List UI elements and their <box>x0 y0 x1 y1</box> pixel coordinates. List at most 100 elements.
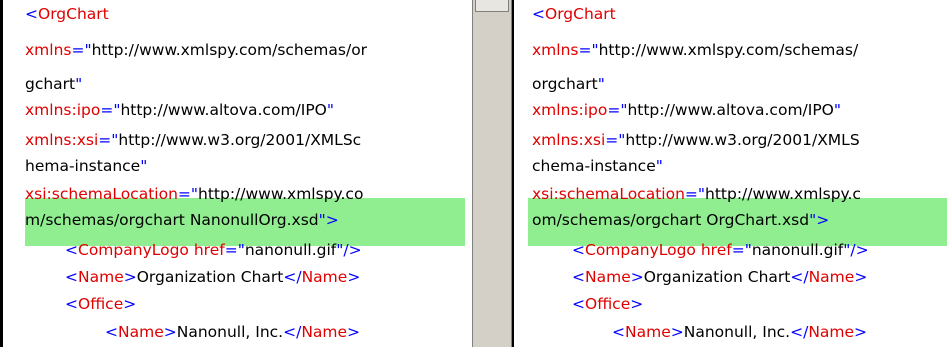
left-xml-token: xmlns:ipo <box>25 101 101 119</box>
right-xml-token: < <box>572 295 585 313</box>
right-xml-token: xmlns <box>532 41 579 59</box>
right-xml-token: xsi:schemaLocation <box>532 185 685 203</box>
right-xml-token: href <box>700 241 732 259</box>
left-xml-token: xmlns <box>25 41 72 59</box>
right-xml-token: nanonull.gif <box>751 241 844 259</box>
right-xml-token: </ <box>790 323 809 341</box>
right-xml-token: Nanonull, Inc. <box>683 323 791 341</box>
right-xml-token: Office <box>585 295 631 313</box>
left-xml-token: > <box>347 323 361 341</box>
right-xml-token: " <box>597 75 605 93</box>
left-xml-token: =" <box>100 101 121 119</box>
right-xml-token: OrgChart <box>545 5 616 23</box>
right-xml-token: > <box>630 268 644 286</box>
left-xml-token: Name <box>301 268 348 286</box>
left-xml-token: Nanonull, Inc. <box>176 323 284 341</box>
right-xml-line: xsi:schemaLocation="http://www.xmlspy.c <box>532 182 861 206</box>
left-xml-token: Name <box>118 323 164 341</box>
right-xml-line: xmlns:ipo="http://www.altova.com/IPO" <box>532 98 841 122</box>
left-xml-line: gchart" <box>25 72 82 96</box>
right-xml-token: Name <box>625 323 671 341</box>
left-xml-token: =" <box>98 131 119 149</box>
left-xml-line: <CompanyLogo href="nanonull.gif"/> <box>25 238 362 262</box>
right-xml-token: =" <box>578 41 599 59</box>
right-xml-token: " <box>833 101 842 119</box>
right-xml-token: xmlns:ipo <box>532 101 608 119</box>
left-xml-token: OrgChart <box>38 5 109 23</box>
left-xml-token: < <box>105 323 118 341</box>
right-xml-token: "> <box>809 211 830 229</box>
right-xml-token: =" <box>684 185 706 203</box>
left-xml-token: < <box>65 268 78 286</box>
right-xml-token: om/schemas/orgchart OrgChart.xsd <box>532 211 810 229</box>
right-xml-token: orgchart <box>532 75 598 93</box>
left-xml-token: > <box>163 323 177 341</box>
left-xml-token: xmlns:xsi <box>25 131 99 149</box>
left-xml-token: Name <box>78 268 124 286</box>
vertical-scrollbar[interactable] <box>472 0 512 347</box>
left-xml-line: <Name>Organization Chart</Name> <box>25 265 360 289</box>
right-xml-line: xmlns="http://www.xmlspy.com/schemas/ <box>532 38 858 62</box>
left-xml-token: http://www.w3.org/2001/XMLSc <box>118 131 362 149</box>
left-xml-line: xmlns="http://www.xmlspy.com/schemas/or <box>25 38 367 62</box>
left-xml-token: =" <box>224 241 245 259</box>
right-xml-token: http://www.xmlspy.c <box>705 185 861 203</box>
left-xml-line: m/schemas/orgchart NanonullOrg.xsd"> <box>25 208 339 232</box>
right-xml-token: Name <box>808 323 855 341</box>
left-xml-line: <OrgChart <box>25 2 109 26</box>
right-xml-token: " <box>655 157 663 175</box>
left-xml-token: "/> <box>336 241 362 259</box>
right-xml-token: Name <box>808 268 855 286</box>
left-xml-token: CompanyLogo <box>78 241 189 259</box>
right-xml-token: > <box>854 323 868 341</box>
left-xml-token: Name <box>301 323 348 341</box>
left-xml-token: gchart <box>25 75 76 93</box>
right-xml-pane[interactable]: <OrgChart xmlns="http://www.xmlspy.com/sc… <box>512 0 947 347</box>
right-xml-token: < <box>572 241 585 259</box>
right-xml-line: <OrgChart <box>532 2 616 26</box>
right-xml-token: < <box>572 268 585 286</box>
left-xml-line: xmlns:xsi="http://www.w3.org/2001/XMLSc <box>25 128 361 152</box>
left-xml-token: nanonull.gif <box>244 241 337 259</box>
left-xml-token: > <box>123 268 137 286</box>
left-xml-line: <Office> <box>25 292 136 316</box>
left-xml-token: </ <box>283 268 302 286</box>
left-xml-token: Organization Chart <box>136 268 284 286</box>
right-xml-token: http://www.altova.com/IPO <box>627 101 834 119</box>
right-xml-token: > <box>670 323 684 341</box>
left-xml-token: > <box>123 295 137 313</box>
right-xml-token: xmlns:xsi <box>532 131 606 149</box>
right-xml-line: chema-instance" <box>532 154 663 178</box>
left-xml-token: hema-instance <box>25 157 141 175</box>
right-xml-line: orgchart" <box>532 72 605 96</box>
right-xml-token: > <box>630 295 644 313</box>
left-xml-token: m/schemas/orgchart NanonullOrg.xsd <box>25 211 319 229</box>
left-xml-pane[interactable]: <OrgChart xmlns="http://www.xmlspy.com/sc… <box>0 0 472 347</box>
left-xml-token: < <box>65 241 78 259</box>
right-xml-token: < <box>532 5 545 23</box>
right-xml-token: > <box>854 268 868 286</box>
right-xml-token: http://www.xmlspy.com/schemas/ <box>598 41 859 59</box>
right-xml-line: <CompanyLogo href="nanonull.gif"/> <box>532 238 869 262</box>
left-xml-line: xmlns:ipo="http://www.altova.com/IPO" <box>25 98 334 122</box>
left-xml-token: "> <box>318 211 339 229</box>
left-xml-token: " <box>140 157 148 175</box>
right-xml-token: =" <box>605 131 626 149</box>
left-xml-token: http://www.altova.com/IPO <box>120 101 327 119</box>
left-xml-token: href <box>193 241 225 259</box>
right-xml-token: Name <box>585 268 631 286</box>
left-xml-token: < <box>25 5 38 23</box>
right-xml-token: =" <box>607 101 628 119</box>
right-xml-token: =" <box>731 241 752 259</box>
left-xml-line: xsi:schemaLocation="http://www.xmlspy.co <box>25 182 363 206</box>
right-xml-line: om/schemas/orgchart OrgChart.xsd"> <box>532 208 829 232</box>
left-xml-token: < <box>65 295 78 313</box>
right-xml-token: < <box>612 323 625 341</box>
right-xml-line: xmlns:xsi="http://www.w3.org/2001/XMLS <box>532 128 860 152</box>
left-xml-token: Office <box>78 295 124 313</box>
right-xml-token: </ <box>790 268 809 286</box>
left-xml-token: =" <box>177 185 199 203</box>
left-xml-token: http://www.xmlspy.co <box>198 185 364 203</box>
left-xml-line: <Name>Nanonull, Inc.</Name> <box>25 320 360 344</box>
scrollbar-thumb[interactable] <box>475 0 509 12</box>
